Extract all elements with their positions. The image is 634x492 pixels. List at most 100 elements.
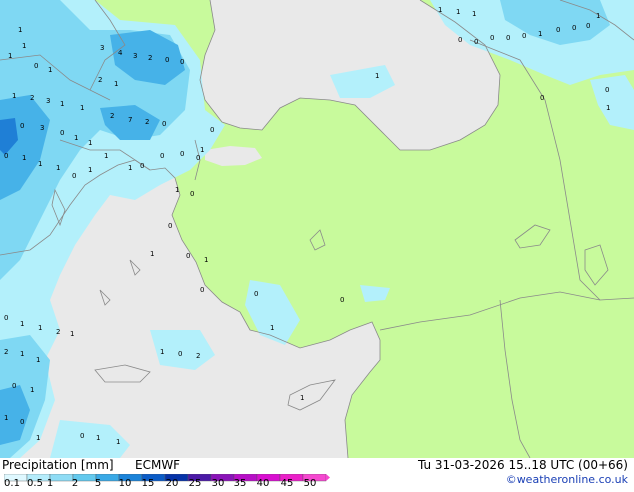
scale-label: 5 bbox=[94, 478, 102, 489]
precip-value-label: 2 bbox=[196, 352, 200, 360]
precip-value-label: 1 bbox=[22, 42, 26, 50]
precip-value-label: 1 bbox=[74, 134, 78, 142]
scale-label: 50 bbox=[303, 478, 317, 489]
precip-value-label: 1 bbox=[472, 10, 476, 18]
precip-value-label: 7 bbox=[128, 116, 132, 124]
precip-value-label: 0 bbox=[20, 122, 24, 130]
scale-label: 30 bbox=[211, 478, 225, 489]
precip-value-label: 1 bbox=[200, 146, 204, 154]
precip-value-label: 1 bbox=[175, 186, 179, 194]
scale-label: 45 bbox=[280, 478, 294, 489]
scale-label: 0.1 bbox=[4, 478, 20, 489]
precip-value-label: 0 bbox=[180, 58, 184, 66]
precip-value-label: 2 bbox=[148, 54, 152, 62]
model-name: ECMWF bbox=[135, 458, 181, 472]
precip-value-label: 0 bbox=[80, 432, 84, 440]
precip-value-label: 3 bbox=[40, 124, 44, 132]
scale-label: 10 bbox=[118, 478, 132, 489]
precip-value-label: 0 bbox=[34, 62, 38, 70]
precip-value-label: 0 bbox=[210, 126, 214, 134]
precip-value-label: 1 bbox=[4, 414, 8, 422]
precip-value-label: 1 bbox=[80, 104, 84, 112]
precip-value-label: 1 bbox=[70, 330, 74, 338]
precip-value-label: 0 bbox=[340, 296, 344, 304]
precip-value-label: 1 bbox=[56, 164, 60, 172]
precip-value-label: 1 bbox=[438, 6, 442, 14]
precip-value-label: 0 bbox=[190, 190, 194, 198]
precip-value-label: 0 bbox=[506, 34, 510, 42]
scale-labels: 0.1 0.5 1 2 5 10 15 20 25 30 35 40 45 50 bbox=[0, 478, 330, 492]
precip-value-label: 0 bbox=[458, 36, 462, 44]
precip-value-label: 1 bbox=[60, 100, 64, 108]
precip-value-label: 0 bbox=[4, 314, 8, 322]
precip-value-label: 1 bbox=[88, 139, 92, 147]
precip-value-label: 0 bbox=[540, 94, 544, 102]
map-title: Precipitation [mm] bbox=[2, 458, 114, 472]
scale-label: 15 bbox=[141, 478, 155, 489]
precip-value-label: 4 bbox=[118, 49, 123, 57]
map-footer: Precipitation [mm] ECMWF Tu 31-03-2026 1… bbox=[0, 458, 634, 490]
map-canvas: 1110 134 3 2 0 01 2 3 1 12 10 30112 7 2 00 11 10111 00 0 00… bbox=[0, 0, 634, 458]
precip-value-label: 1 bbox=[96, 434, 100, 442]
precip-value-label: 2 bbox=[30, 94, 34, 102]
precip-value-label: 0 bbox=[474, 38, 478, 46]
precip-value-label: 0 bbox=[160, 152, 164, 160]
precip-value-label: 1 bbox=[22, 154, 26, 162]
precip-value-label: 1 bbox=[150, 250, 154, 258]
precip-value-label: 0 bbox=[162, 120, 166, 128]
precip-value-label: 3 bbox=[133, 52, 137, 60]
precip-value-label: 0 bbox=[20, 418, 24, 426]
precip-value-label: 1 bbox=[596, 12, 600, 20]
precip-value-label: 1 bbox=[114, 80, 118, 88]
precip-value-label: 0 bbox=[522, 32, 526, 40]
precip-value-label: 2 bbox=[56, 328, 60, 336]
precip-value-label: 2 bbox=[98, 76, 102, 84]
precip-value-label: 2 bbox=[110, 112, 114, 120]
precip-value-label: 1 bbox=[270, 324, 274, 332]
precip-value-label: 1 bbox=[88, 166, 92, 174]
precip-value-label: 1 bbox=[20, 320, 24, 328]
precip-value-label: 2 bbox=[145, 118, 149, 126]
precip-value-label: 1 bbox=[12, 92, 16, 100]
precip-value-label: 0 bbox=[572, 24, 576, 32]
precip-value-label: 0 bbox=[72, 172, 76, 180]
weather-map[interactable]: 1110134320012311210301127200111011100000… bbox=[0, 0, 634, 458]
precip-value-label: 1 bbox=[456, 8, 460, 16]
precip-value-label: 3 bbox=[46, 97, 50, 105]
precip-value-label: 1 bbox=[160, 348, 164, 356]
precip-value-label: 1 bbox=[30, 386, 34, 394]
precip-value-label: 0 bbox=[180, 150, 184, 158]
precip-value-label: 1 bbox=[20, 350, 24, 358]
precip-value-label: 1 bbox=[204, 256, 208, 264]
precip-value-label: 1 bbox=[538, 30, 542, 38]
precip-value-label: 0 bbox=[200, 286, 204, 294]
precip-value-label: 0 bbox=[605, 86, 609, 94]
precip-value-label: 1 bbox=[128, 164, 132, 172]
precip-value-label: 1 bbox=[375, 72, 379, 80]
precip-value-label: 1 bbox=[300, 394, 304, 402]
precip-value-label: 1 bbox=[38, 324, 42, 332]
precip-value-label: 0 bbox=[165, 56, 169, 64]
precip-value-label: 3 bbox=[100, 44, 104, 52]
precip-value-label: 2 bbox=[4, 348, 8, 356]
precip-value-label: 0 bbox=[196, 154, 200, 162]
precip-value-label: 0 bbox=[254, 290, 258, 298]
weatheronline-credit[interactable]: ©weatheronline.co.uk bbox=[506, 473, 628, 486]
scale-label: 2 bbox=[71, 478, 79, 489]
precip-value-label: 1 bbox=[606, 104, 610, 112]
scale-label: 35 bbox=[233, 478, 247, 489]
precip-value-label: 0 bbox=[12, 382, 16, 390]
validity-time: Tu 31-03-2026 15..18 UTC (00+66) bbox=[417, 458, 628, 472]
precip-value-label: 1 bbox=[8, 52, 12, 60]
scale-label: 20 bbox=[165, 478, 179, 489]
precip-value-label: 0 bbox=[186, 252, 190, 260]
scale-label: 25 bbox=[188, 478, 202, 489]
precip-value-label: 0 bbox=[490, 34, 494, 42]
precip-value-label: 1 bbox=[104, 152, 108, 160]
precip-value-label: 0 bbox=[586, 22, 590, 30]
scale-label: 0.5 bbox=[27, 478, 43, 489]
precip-value-label: 0 bbox=[556, 26, 560, 34]
precip-value-label: 0 bbox=[140, 162, 144, 170]
precip-value-label: 1 bbox=[38, 160, 42, 168]
precip-value-label: 1 bbox=[18, 26, 22, 34]
